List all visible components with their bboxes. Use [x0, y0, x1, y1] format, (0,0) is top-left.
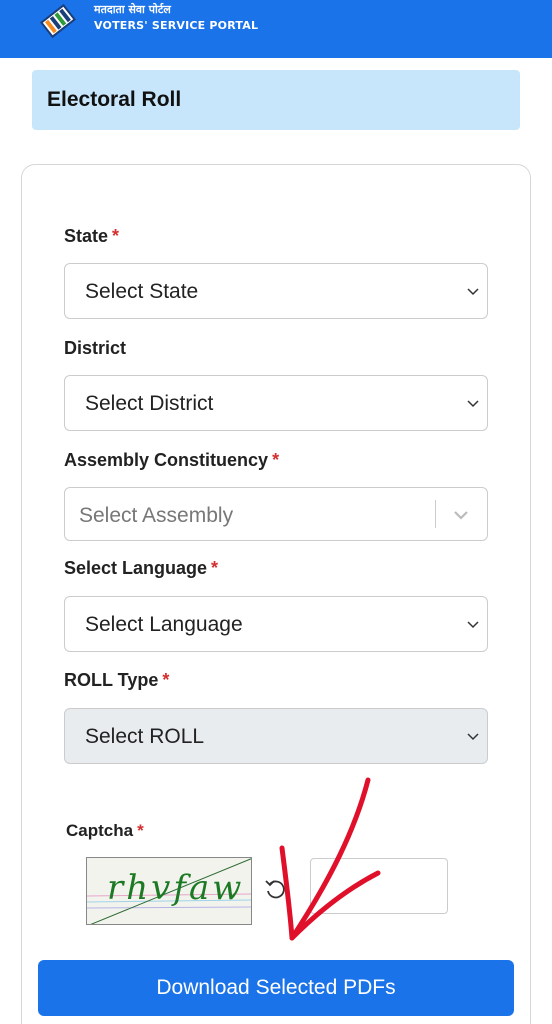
language-label: Select Language * [64, 558, 218, 579]
roll-type-select[interactable]: Select ROLL [64, 708, 488, 764]
required-marker: * [137, 821, 144, 840]
captcha-label-text: Captcha [66, 821, 134, 840]
district-select[interactable]: Select District [64, 375, 488, 431]
captcha-input[interactable] [310, 858, 448, 914]
assembly-select-placeholder: Select Assembly [79, 504, 234, 527]
dropdown-separator [435, 500, 436, 528]
assembly-label-text: Assembly Constituency [64, 450, 269, 470]
language-select-value: Select Language [85, 613, 243, 636]
page-title-box: Electoral Roll [32, 70, 520, 130]
district-select-value: Select District [85, 392, 214, 415]
top-header-bar: मतदाता सेवा पोर्टल VOTERS' SERVICE PORTA… [0, 0, 552, 58]
refresh-captcha-icon[interactable] [263, 876, 289, 902]
download-selected-pdfs-button[interactable]: Download Selected PDFs [38, 960, 514, 1016]
language-label-text: Select Language [64, 558, 208, 578]
language-select[interactable]: Select Language [64, 596, 488, 652]
download-button-label: Download Selected PDFs [156, 976, 396, 999]
eci-logo-icon[interactable] [34, 2, 82, 40]
page-title: Electoral Roll [47, 88, 182, 111]
chevron-down-icon[interactable] [453, 508, 469, 522]
required-marker: * [112, 226, 120, 246]
state-label: State * [64, 226, 119, 247]
district-label-text: District [64, 338, 127, 358]
district-label: District [64, 338, 126, 359]
state-select[interactable]: Select State [64, 263, 488, 319]
roll-type-label: ROLL Type * [64, 670, 169, 691]
required-marker: * [162, 670, 170, 690]
assembly-label: Assembly Constituency * [64, 450, 279, 471]
state-select-value: Select State [85, 280, 199, 303]
captcha-text: rhvfaw [107, 868, 245, 908]
captcha-label: Captcha * [66, 821, 144, 841]
chevron-down-icon [467, 621, 479, 629]
chevron-down-icon [467, 400, 479, 408]
roll-type-select-value: Select ROLL [85, 725, 205, 748]
brand-name-english: VOTERS' SERVICE PORTAL [94, 19, 259, 32]
assembly-select[interactable]: Select Assembly [64, 487, 488, 541]
captcha-image: rhvfaw [86, 857, 252, 925]
brand-name-hindi: मतदाता सेवा पोर्टल [94, 3, 171, 16]
state-label-text: State [64, 226, 109, 246]
roll-type-label-text: ROLL Type [64, 670, 159, 690]
required-marker: * [272, 450, 280, 470]
chevron-down-icon [467, 733, 479, 741]
chevron-down-icon [467, 288, 479, 296]
required-marker: * [211, 558, 219, 578]
